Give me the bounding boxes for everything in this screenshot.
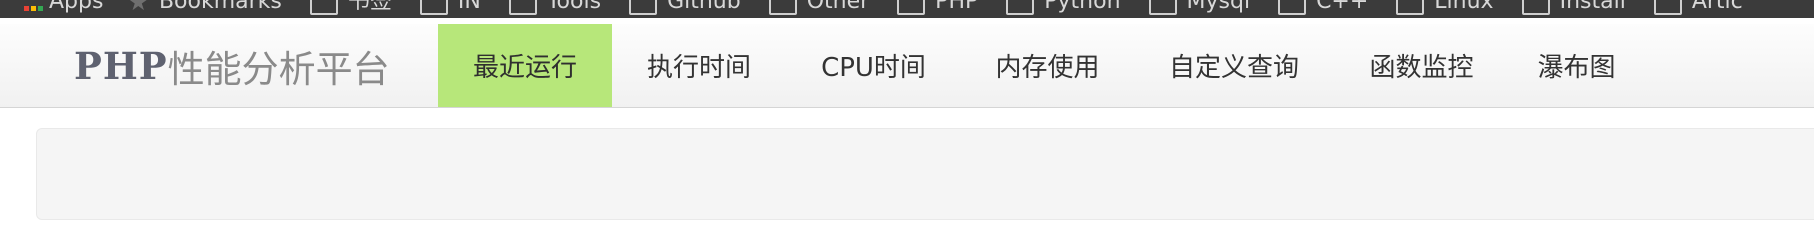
- bookmark-label: Other: [806, 0, 870, 14]
- nav-tab-label: 最近运行: [472, 53, 577, 83]
- bookmark-label: Mysql: [1186, 0, 1251, 14]
- folder-icon: [1006, 0, 1035, 15]
- bookmark-label: Apps: [49, 0, 104, 14]
- bookmark-folder-python[interactable]: Python: [978, 0, 1121, 15]
- nav-tab-label: 自定义查询: [1168, 53, 1299, 83]
- bookmark-label: Install: [1559, 0, 1626, 14]
- top-navbar: PHP 性能分析平台 最近运行 执行时间 CPU时间 内存使用 自定义查询 函数监…: [0, 24, 1814, 108]
- nav-tab-label: 内存使用: [995, 53, 1100, 83]
- folder-icon: [508, 0, 537, 15]
- nav-tab-function-monitor[interactable]: 函数监控: [1334, 24, 1509, 107]
- bookmark-label: Artic: [1691, 0, 1743, 14]
- nav-tab-cpu-time[interactable]: CPU时间: [786, 24, 961, 107]
- folder-icon: [1521, 0, 1550, 15]
- nav-tab-custom-query[interactable]: 自定义查询: [1134, 24, 1334, 107]
- bookmark-label: Bookmarks: [158, 0, 282, 14]
- bookmark-folder-mysql[interactable]: Mysql: [1121, 0, 1251, 15]
- folder-icon: [897, 0, 926, 15]
- bookmark-label: 书签: [347, 0, 392, 14]
- bookmark-folder-linux[interactable]: Linux: [1368, 0, 1494, 15]
- nav-tab-label: 函数监控: [1369, 53, 1474, 83]
- nav-tab-exec-time[interactable]: 执行时间: [612, 24, 786, 107]
- nav-tab-label: 执行时间: [646, 53, 751, 83]
- bookmark-apps[interactable]: Apps: [0, 0, 104, 14]
- nav-tab-memory[interactable]: 内存使用: [961, 24, 1134, 107]
- bookmark-folder-php[interactable]: PHP: [869, 0, 979, 15]
- bookmark-label: Tools: [546, 0, 602, 14]
- folder-icon: [629, 0, 658, 15]
- folder-icon: [1148, 0, 1177, 15]
- star-icon: ★: [127, 0, 149, 16]
- folder-icon: [1396, 0, 1425, 15]
- nav-tab-waterfall[interactable]: 瀑布图: [1509, 24, 1644, 107]
- bookmark-folder-in[interactable]: IN: [392, 0, 481, 15]
- folder-icon: [419, 0, 448, 15]
- content-panel: [36, 128, 1814, 220]
- bookmark-folder-install[interactable]: Install: [1494, 0, 1626, 15]
- nav-tab-label: 瀑布图: [1537, 53, 1616, 83]
- bookmark-label: Linux: [1434, 0, 1494, 14]
- brand-logo[interactable]: PHP 性能分析平台: [74, 24, 390, 107]
- bookmark-label: PHP: [935, 0, 979, 14]
- bookmark-label: Python: [1044, 0, 1121, 14]
- folder-icon: [309, 0, 338, 15]
- bookmark-folder-artic[interactable]: Artic: [1626, 0, 1743, 15]
- folder-icon: [1653, 0, 1682, 15]
- brand-php: PHP: [74, 43, 168, 88]
- folder-icon: [768, 0, 797, 15]
- bookmark-label: Github: [667, 0, 741, 14]
- folder-icon: [1278, 0, 1307, 15]
- bookmark-folder-other[interactable]: Other: [741, 0, 870, 15]
- bookmark-folder-tools[interactable]: Tools: [481, 0, 602, 15]
- bookmark-folder-github[interactable]: Github: [601, 0, 741, 15]
- main-nav: 最近运行 执行时间 CPU时间 内存使用 自定义查询 函数监控 瀑布图: [438, 24, 1644, 107]
- bookmark-label: C++: [1316, 0, 1369, 14]
- nav-tab-recent-runs[interactable]: 最近运行: [438, 24, 612, 107]
- nav-tab-label: CPU时间: [821, 53, 926, 83]
- bookmark-label: IN: [457, 0, 481, 14]
- bookmarks-bar: Apps ★ Bookmarks 书签 IN Tools Github Othe…: [0, 0, 1814, 18]
- apps-grid-icon: [24, 5, 43, 11]
- bookmark-bookmarks[interactable]: ★ Bookmarks: [103, 0, 282, 16]
- brand-subtitle: 性能分析平台: [167, 47, 390, 91]
- bookmark-folder-shuqian[interactable]: 书签: [282, 0, 392, 15]
- bookmark-folder-cpp[interactable]: C++: [1250, 0, 1369, 15]
